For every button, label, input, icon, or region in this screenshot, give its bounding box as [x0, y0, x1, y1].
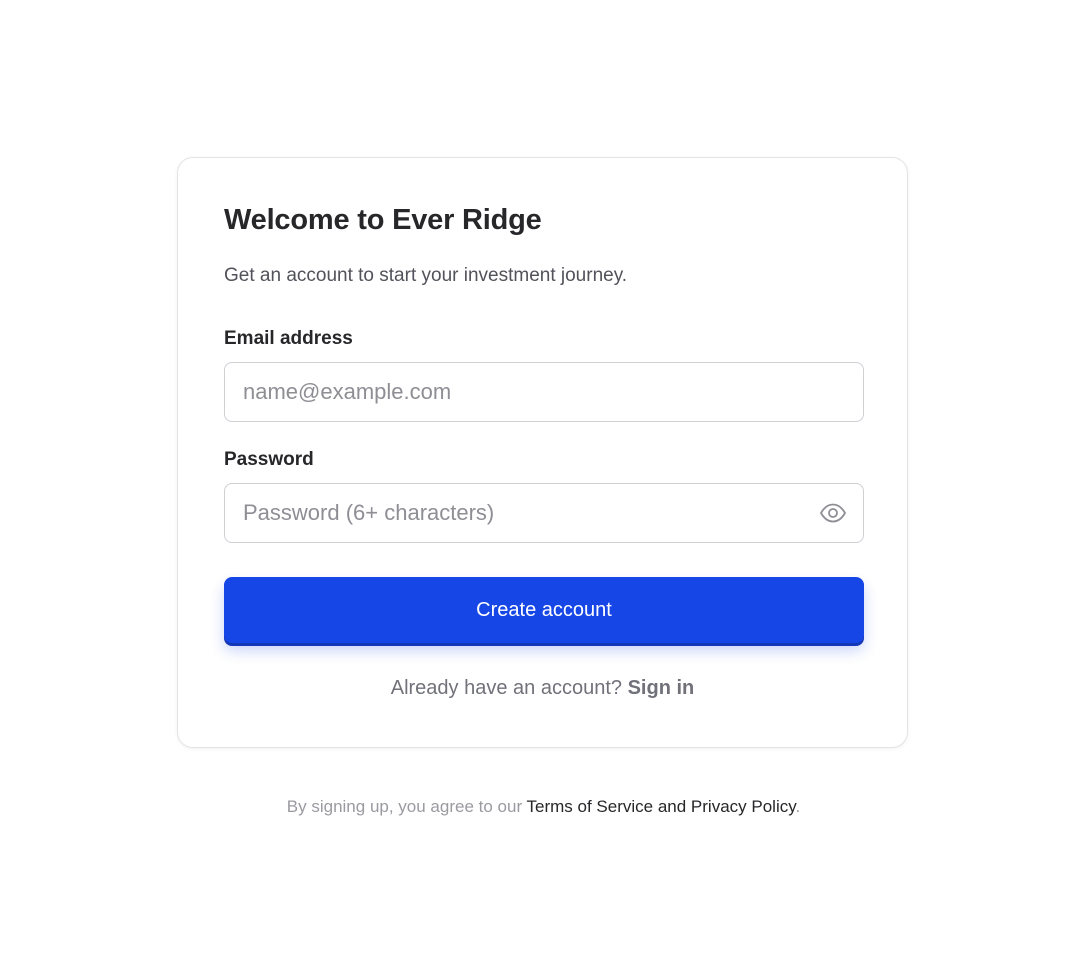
signin-link[interactable]: Sign in — [628, 677, 695, 699]
password-field-wrapper — [224, 483, 864, 543]
password-label: Password — [224, 449, 314, 470]
signup-page: Welcome to Ever Ridge Get an account to … — [0, 0, 1087, 976]
password-field[interactable] — [225, 484, 863, 542]
email-label: Email address — [224, 328, 353, 349]
page-title: Welcome to Ever Ridge — [224, 204, 542, 236]
create-account-button[interactable]: Create account — [224, 577, 864, 643]
signin-prompt-line: Already have an account? Sign in — [178, 677, 907, 700]
terms-suffix: . — [795, 797, 801, 816]
eye-icon[interactable] — [819, 501, 847, 525]
email-field-wrapper — [224, 362, 864, 422]
terms-footer: By signing up, you agree to our Terms of… — [0, 797, 1087, 817]
signup-card: Welcome to Ever Ridge Get an account to … — [177, 157, 908, 748]
signin-prompt-text: Already have an account? — [390, 677, 623, 699]
terms-prefix: By signing up, you agree to our — [286, 797, 523, 816]
page-subtitle: Get an account to start your investment … — [224, 265, 628, 286]
terms-link[interactable]: Terms of Service and Privacy Policy — [527, 797, 796, 816]
email-field[interactable] — [225, 363, 863, 421]
